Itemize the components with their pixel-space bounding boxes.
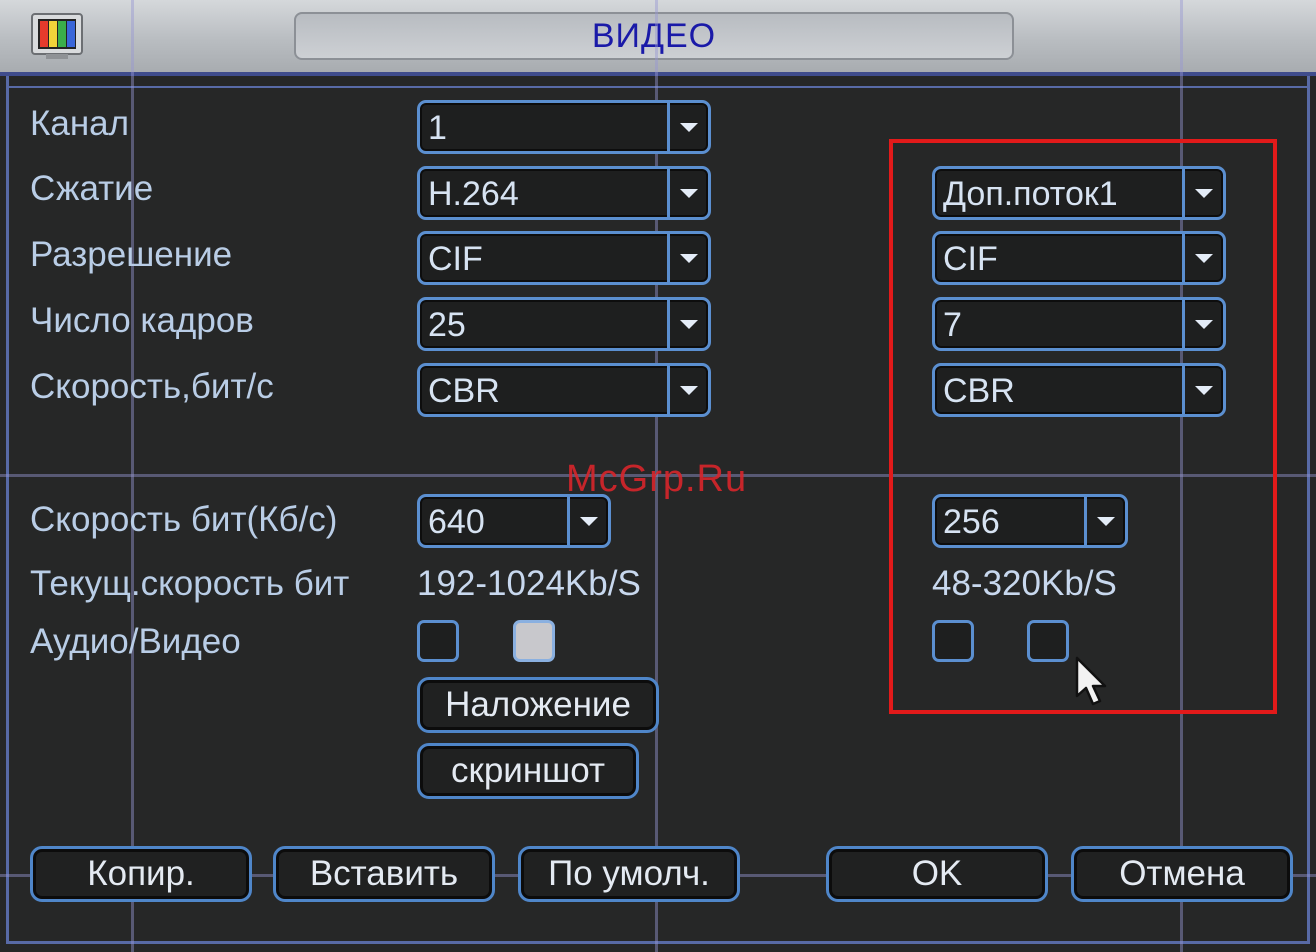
channel-value: 1 [428,109,447,147]
label-bitrate-type: Скорость,бит/с [30,367,274,406]
audio-checkbox[interactable] [417,620,459,662]
frame-rate-value: 25 [428,306,466,344]
channel-select[interactable]: 1 [417,100,711,154]
mouse-cursor-icon [1075,656,1107,706]
chevron-down-icon[interactable] [667,169,708,217]
compression-select[interactable]: H.264 [417,166,711,220]
bitrate-select[interactable]: 640 [417,494,611,548]
highlight-box [889,139,1277,714]
chevron-down-icon[interactable] [667,366,708,414]
label-frame-rate: Число кадров [30,301,254,340]
video-checkbox[interactable] [513,620,555,662]
ok-button[interactable]: OK [826,846,1048,902]
monitor-icon [31,13,83,59]
chevron-down-icon[interactable] [667,300,708,348]
frame-border-left [6,76,9,944]
cancel-button[interactable]: Отмена [1071,846,1293,902]
bitrate-value: 640 [428,503,485,541]
label-channel: Канал [30,104,130,143]
resolution-value: CIF [428,240,483,278]
chevron-down-icon[interactable] [667,234,708,282]
chevron-down-icon[interactable] [667,103,708,151]
compression-value: H.264 [428,175,519,213]
frame-rate-select[interactable]: 25 [417,297,711,351]
bitrate-type-value: CBR [428,372,500,410]
title-field: ВИДЕО [294,12,1014,60]
label-bitrate: Скорость бит(Кб/с) [30,500,338,539]
frame-border-bottom [6,941,1310,944]
overlay-button[interactable]: Наложение [417,677,659,733]
copy-button[interactable]: Копир. [30,846,252,902]
chevron-down-icon[interactable] [567,497,608,545]
video-settings-window: ВИДЕО Канал Сжатие Разрешение Число кадр… [0,0,1316,952]
label-compression: Сжатие [30,169,154,208]
label-audio-video: Аудио/Видео [30,622,241,661]
title-bar: ВИДЕО [0,0,1316,76]
frame-border-top [6,86,1310,88]
snapshot-button[interactable]: скриншот [417,743,639,799]
window-title: ВИДЕО [591,16,717,55]
current-bitrate-value: 192-1024Kb/S [417,564,641,603]
default-button[interactable]: По умолч. [518,846,740,902]
watermark: McGrp.Ru [566,458,748,500]
bitrate-type-select[interactable]: CBR [417,363,711,417]
resolution-select[interactable]: CIF [417,231,711,285]
frame-border-right [1307,76,1310,944]
label-current-bitrate: Текущ.скорость бит [30,564,350,603]
paste-button[interactable]: Вставить [273,846,495,902]
label-resolution: Разрешение [30,235,233,274]
